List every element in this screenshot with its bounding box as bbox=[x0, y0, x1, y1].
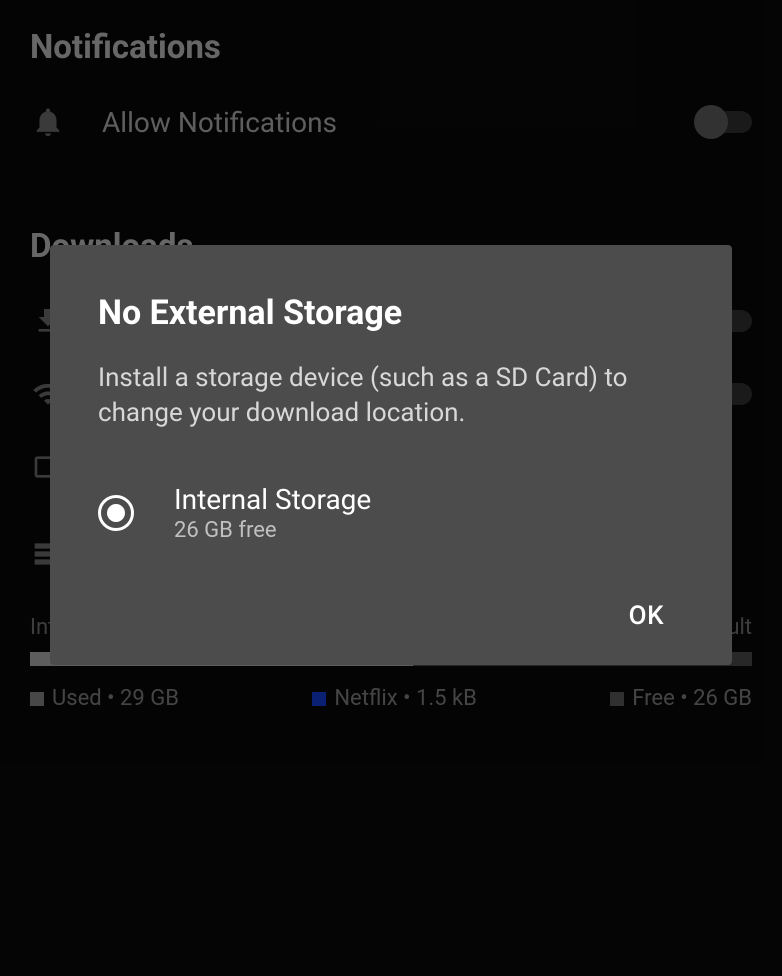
dialog-title: No External Storage bbox=[98, 293, 684, 333]
ok-button[interactable]: OK bbox=[609, 591, 684, 641]
option-label: Internal Storage bbox=[174, 483, 371, 516]
radio-selected-icon bbox=[98, 495, 134, 531]
option-sublabel: 26 GB free bbox=[174, 518, 371, 543]
dialog-message: Install a storage device (such as a SD C… bbox=[98, 361, 684, 431]
storage-option-internal[interactable]: Internal Storage 26 GB free bbox=[98, 483, 684, 543]
storage-dialog: No External Storage Install a storage de… bbox=[50, 245, 732, 665]
